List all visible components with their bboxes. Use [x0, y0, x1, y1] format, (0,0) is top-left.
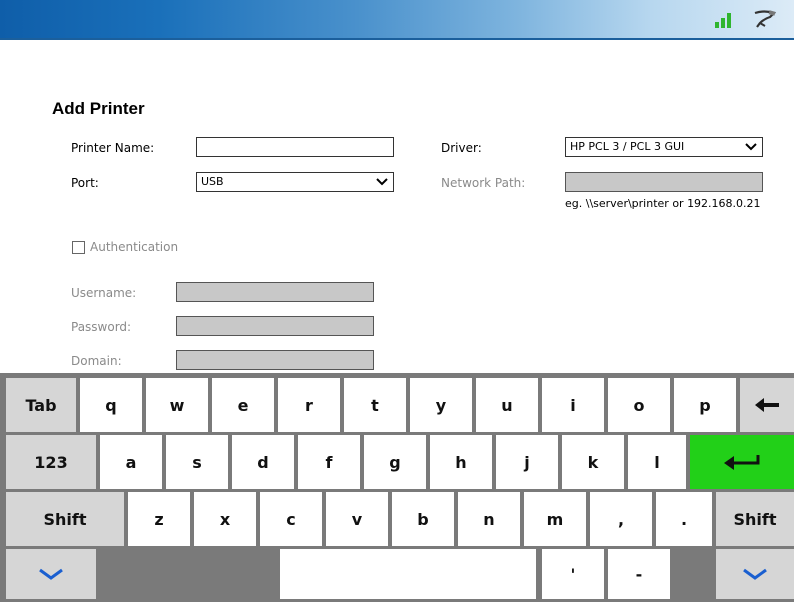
- chevron-down-icon: [39, 568, 63, 580]
- key-n[interactable]: n: [458, 492, 520, 546]
- printer-name-label: Printer Name:: [71, 141, 155, 155]
- key-m[interactable]: m: [524, 492, 586, 546]
- key-enter[interactable]: [690, 435, 794, 489]
- network-path-input[interactable]: [565, 172, 763, 192]
- key-tab[interactable]: Tab: [6, 378, 76, 432]
- chevron-down-icon: [743, 568, 767, 580]
- key-y[interactable]: y: [410, 378, 472, 432]
- backspace-arrow-icon: [755, 398, 779, 412]
- printer-name-input[interactable]: [196, 137, 394, 157]
- key-i[interactable]: i: [542, 378, 604, 432]
- key-shift-right[interactable]: Shift: [716, 492, 794, 546]
- key-z[interactable]: z: [128, 492, 190, 546]
- key-h[interactable]: h: [430, 435, 492, 489]
- domain-label: Domain:: [71, 354, 122, 368]
- key-p[interactable]: p: [674, 378, 736, 432]
- key-e[interactable]: e: [212, 378, 274, 432]
- key-b[interactable]: b: [392, 492, 454, 546]
- key-g[interactable]: g: [364, 435, 426, 489]
- port-label: Port:: [71, 176, 99, 190]
- key-k[interactable]: k: [562, 435, 624, 489]
- driver-select-value: HP PCL 3 / PCL 3 GUI: [570, 140, 685, 153]
- key-x[interactable]: x: [194, 492, 256, 546]
- key-l[interactable]: l: [628, 435, 686, 489]
- hide-keyboard-button-left[interactable]: [6, 549, 96, 599]
- enter-arrow-icon: [724, 455, 760, 470]
- key-s[interactable]: s: [166, 435, 228, 489]
- driver-select[interactable]: HP PCL 3 / PCL 3 GUI: [565, 137, 763, 157]
- key-shift-left[interactable]: Shift: [6, 492, 124, 546]
- network-path-hint: eg. \\server\printer or 192.168.0.21: [565, 197, 761, 210]
- chevron-down-icon: [376, 178, 388, 186]
- key-u[interactable]: u: [476, 378, 538, 432]
- key-d[interactable]: d: [232, 435, 294, 489]
- key-space[interactable]: [280, 549, 536, 599]
- authentication-checkbox[interactable]: [72, 241, 85, 254]
- key-123[interactable]: 123: [6, 435, 96, 489]
- usb-connection-icon: [754, 10, 777, 28]
- key-c[interactable]: c: [260, 492, 322, 546]
- key-r[interactable]: r: [278, 378, 340, 432]
- on-screen-keyboard: Tab q w e r t y u i o p 123 a s d f g h …: [0, 373, 794, 602]
- key-w[interactable]: w: [146, 378, 208, 432]
- port-select[interactable]: USB: [196, 172, 394, 192]
- key-period[interactable]: .: [656, 492, 712, 546]
- key-f[interactable]: f: [298, 435, 360, 489]
- domain-input[interactable]: [176, 350, 374, 370]
- key-hyphen[interactable]: -: [608, 549, 670, 599]
- username-input[interactable]: [176, 282, 374, 302]
- key-t[interactable]: t: [344, 378, 406, 432]
- top-status-bar: [0, 0, 794, 40]
- key-q[interactable]: q: [80, 378, 142, 432]
- key-a[interactable]: a: [100, 435, 162, 489]
- username-label: Username:: [71, 286, 137, 300]
- chevron-down-icon: [745, 143, 757, 151]
- authentication-label: Authentication: [90, 240, 179, 254]
- network-path-label: Network Path:: [441, 176, 526, 190]
- key-apostrophe[interactable]: ': [542, 549, 604, 599]
- key-v[interactable]: v: [326, 492, 388, 546]
- key-o[interactable]: o: [608, 378, 670, 432]
- hide-keyboard-button-right[interactable]: [716, 549, 794, 599]
- password-label: Password:: [71, 320, 132, 334]
- key-comma[interactable]: ,: [590, 492, 652, 546]
- signal-strength-icon: [715, 13, 731, 28]
- password-input[interactable]: [176, 316, 374, 336]
- key-j[interactable]: j: [496, 435, 558, 489]
- driver-label: Driver:: [441, 141, 482, 155]
- page-title: Add Printer: [52, 99, 145, 118]
- port-select-value: USB: [201, 175, 224, 188]
- key-backspace[interactable]: [740, 378, 794, 432]
